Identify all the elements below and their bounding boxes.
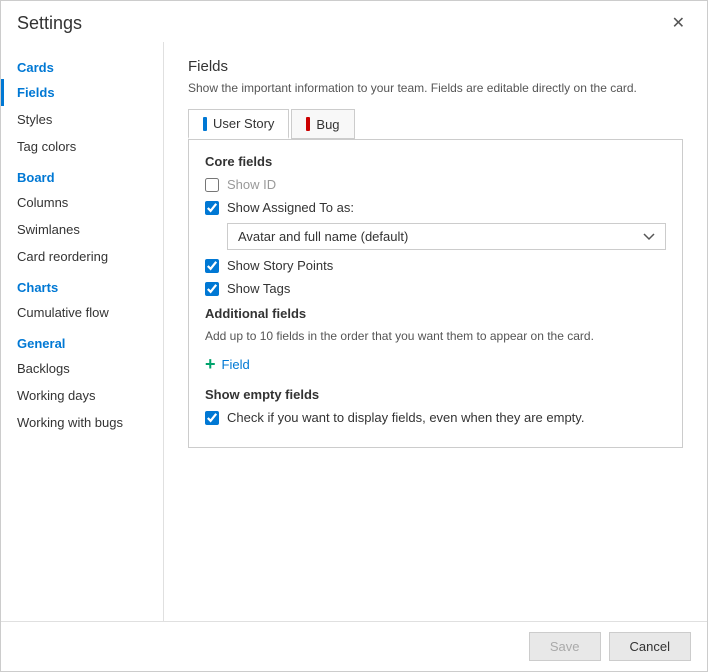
dialog-footer: Save Cancel (1, 621, 707, 671)
show-id-checkbox[interactable] (205, 178, 219, 192)
bug-tab-indicator (306, 117, 310, 131)
tab-bug[interactable]: Bug (291, 109, 354, 139)
sidebar-item-styles[interactable]: Styles (1, 106, 163, 133)
sidebar-item-backlogs[interactable]: Backlogs (1, 355, 163, 382)
show-tags-label: Show Tags (227, 281, 290, 296)
show-tags-row: Show Tags (205, 281, 666, 296)
main-content: Fields Show the important information to… (164, 42, 707, 621)
user-story-tab-label: User Story (213, 116, 274, 131)
sidebar-item-working-days[interactable]: Working days (1, 382, 163, 409)
sidebar-item-working-with-bugs[interactable]: Working with bugs (1, 409, 163, 436)
sidebar-item-cumulative-flow[interactable]: Cumulative flow (1, 299, 163, 326)
show-empty-fields-section: Show empty fields Check if you want to d… (205, 387, 666, 425)
sidebar-item-columns[interactable]: Columns (1, 189, 163, 216)
sidebar-section-board: Board (1, 160, 163, 189)
add-field-label: Field (222, 357, 250, 372)
sidebar-item-fields[interactable]: Fields (1, 79, 163, 106)
close-button[interactable]: ✕ (666, 14, 691, 34)
show-story-points-label: Show Story Points (227, 258, 333, 273)
show-assigned-to-row: Show Assigned To as: (205, 200, 666, 215)
user-story-tab-indicator (203, 117, 207, 131)
content-title: Fields (188, 58, 683, 75)
show-empty-fields-checkbox[interactable] (205, 411, 219, 425)
settings-dialog: Settings ✕ CardsFieldsStylesTag colorsBo… (0, 0, 708, 672)
dialog-header: Settings ✕ (1, 1, 707, 42)
additional-fields-section: Additional fields Add up to 10 fields in… (205, 306, 666, 377)
sidebar-item-card-reordering[interactable]: Card reordering (1, 243, 163, 270)
additional-fields-desc: Add up to 10 fields in the order that yo… (205, 329, 666, 343)
assigned-to-dropdown-row: Avatar and full name (default)Avatar onl… (227, 223, 666, 250)
dialog-title: Settings (17, 13, 82, 34)
dialog-body: CardsFieldsStylesTag colorsBoardColumnsS… (1, 42, 707, 621)
sidebar-section-general: General (1, 326, 163, 355)
show-id-row: Show ID (205, 177, 666, 192)
sidebar-item-tag-colors[interactable]: Tag colors (1, 133, 163, 160)
assigned-to-dropdown[interactable]: Avatar and full name (default)Avatar onl… (227, 223, 666, 250)
show-tags-checkbox[interactable] (205, 282, 219, 296)
show-assigned-checkbox[interactable] (205, 201, 219, 215)
show-id-label: Show ID (227, 177, 276, 192)
bug-tab-label: Bug (316, 117, 339, 132)
core-fields-label: Core fields (205, 154, 666, 169)
tab-user-story[interactable]: User Story (188, 109, 289, 139)
sidebar-section-charts: Charts (1, 270, 163, 299)
plus-icon: + (205, 355, 216, 373)
show-assigned-label: Show Assigned To as: (227, 200, 354, 215)
additional-fields-label: Additional fields (205, 306, 666, 321)
add-field-button[interactable]: + Field (205, 351, 250, 377)
tabs-container: User Story Bug (188, 109, 683, 139)
content-description: Show the important information to your t… (188, 81, 683, 95)
sidebar-item-swimlanes[interactable]: Swimlanes (1, 216, 163, 243)
show-empty-fields-row: Check if you want to display fields, eve… (205, 410, 666, 425)
cancel-button[interactable]: Cancel (609, 632, 691, 661)
show-story-points-checkbox[interactable] (205, 259, 219, 273)
fields-panel: Core fields Show ID Show Assigned To as:… (188, 139, 683, 448)
sidebar: CardsFieldsStylesTag colorsBoardColumnsS… (1, 42, 164, 621)
show-empty-fields-check-label: Check if you want to display fields, eve… (227, 410, 584, 425)
show-story-points-row: Show Story Points (205, 258, 666, 273)
show-empty-fields-label: Show empty fields (205, 387, 666, 402)
sidebar-section-cards: Cards (1, 50, 163, 79)
save-button[interactable]: Save (529, 632, 601, 661)
